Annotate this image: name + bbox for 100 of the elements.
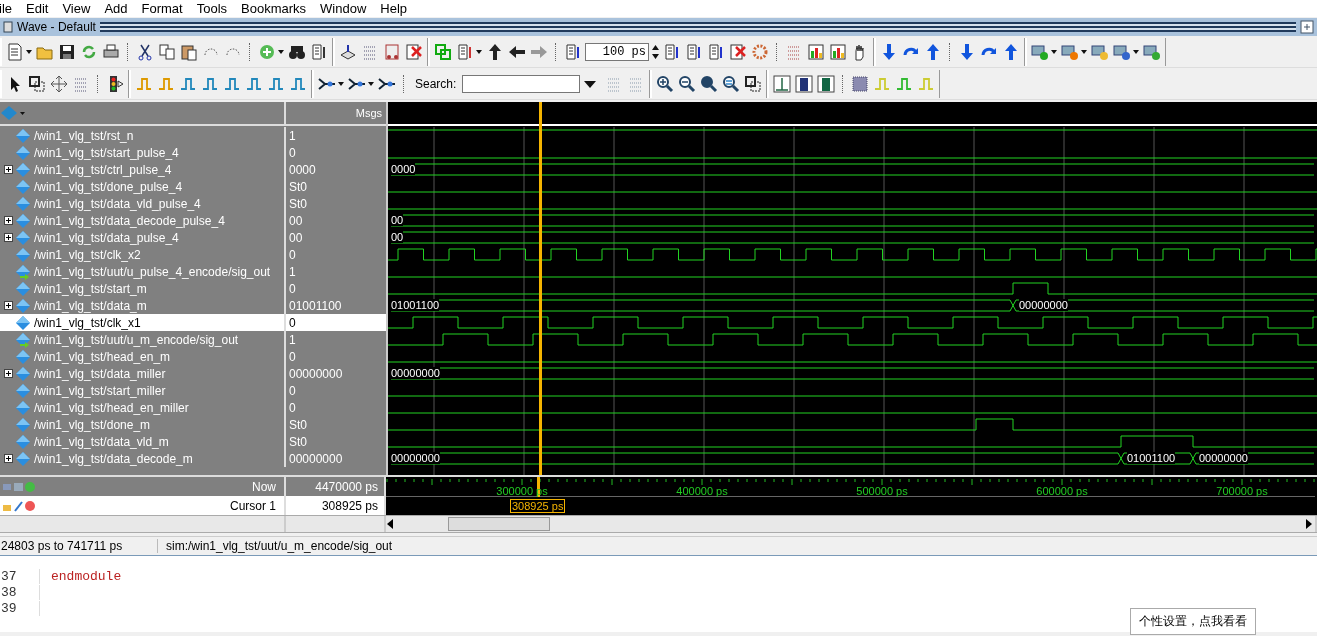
dropdown-caret-icon[interactable]: [1081, 49, 1087, 54]
signal-name: /win1_vlg_tst/done_pulse_4: [34, 179, 183, 194]
undock-icon[interactable]: [1300, 20, 1314, 34]
gear-icon[interactable]: [751, 42, 769, 61]
zoom-full-icon[interactable]: [700, 74, 719, 93]
menu-item[interactable]: Add: [104, 1, 134, 16]
signal-row[interactable]: /win1_vlg_tst/done_pulse_4 St0: [0, 178, 386, 195]
menu-item[interactable]: View: [62, 1, 97, 16]
bar-chart-icon[interactable]: [807, 42, 825, 61]
save-icon[interactable]: [58, 42, 76, 61]
zoom-select-icon[interactable]: [744, 74, 763, 93]
linked-squares-icon[interactable]: [434, 42, 452, 61]
signal-row[interactable]: /win1_vlg_tst/ctrl_pulse_4 0000: [0, 161, 386, 178]
scrollbar-thumb[interactable]: [448, 517, 550, 531]
signal-value: 0: [289, 247, 296, 262]
horizontal-scrollbar[interactable]: [286, 516, 386, 532]
signal-row[interactable]: /win1_vlg_tst/head_en_miller 0: [0, 399, 386, 416]
delete-icon[interactable]: [405, 42, 423, 61]
menu-item[interactable]: Help: [380, 1, 414, 16]
zoom-in-icon[interactable]: [656, 74, 675, 93]
tooltip[interactable]: 个性设置，点我看看: [1130, 608, 1256, 635]
menu-item[interactable]: Tools: [196, 1, 234, 16]
clipboard-icon[interactable]: [180, 42, 198, 61]
move-icon[interactable]: [50, 74, 68, 93]
signal-value: 00: [289, 230, 303, 245]
signal-value: St0: [289, 417, 307, 432]
zoom-box-icon[interactable]: [28, 74, 46, 93]
signal-row[interactable]: /win1_vlg_tst/data_decode_m 00000000: [0, 450, 386, 467]
menu-item[interactable]: Format: [141, 1, 189, 16]
copy-icon[interactable]: [158, 42, 176, 61]
signal-row[interactable]: /win1_vlg_tst/clk_x1 0: [0, 314, 386, 331]
dropdown-caret-icon[interactable]: [368, 81, 374, 86]
dropdown-caret-icon[interactable]: [476, 49, 482, 54]
bar-icon[interactable]: [795, 74, 814, 93]
cursor-line-icon[interactable]: [773, 74, 792, 93]
dropdown-caret-icon[interactable]: [278, 49, 284, 54]
printer-icon[interactable]: [102, 42, 120, 61]
signal-row[interactable]: /win1_vlg_tst/uut/u_pulse_4_encode/sig_out 1: [0, 263, 386, 280]
signal-row[interactable]: /win1_vlg_tst/start_pulse_4 0: [0, 144, 386, 161]
menu-item[interactable]: Edit: [26, 1, 55, 16]
bus-value: 00000000: [391, 367, 440, 379]
signal-row[interactable]: /win1_vlg_tst/uut/u_m_encode/sig_out 1: [0, 331, 386, 348]
title-bar-grip[interactable]: [99, 22, 1296, 32]
expand-icon[interactable]: [4, 369, 13, 378]
line-number: 37: [0, 568, 40, 584]
cursor-time-flag[interactable]: 308925 ps: [510, 499, 566, 513]
list-icon[interactable]: [707, 42, 725, 61]
expand-icon[interactable]: [4, 301, 13, 310]
expand-icon[interactable]: [4, 165, 13, 174]
signal-row[interactable]: /win1_vlg_tst/head_en_m 0: [0, 348, 386, 365]
signal-value: 00000000: [289, 366, 343, 381]
spinner-icon[interactable]: [651, 42, 660, 61]
time-tick-label: 600000 ps: [1035, 485, 1089, 497]
hatched-square-icon[interactable]: [851, 74, 870, 93]
signal-row[interactable]: /win1_vlg_tst/start_miller 0: [0, 382, 386, 399]
list-icon[interactable]: [685, 42, 703, 61]
dropdown-caret-icon[interactable]: [1133, 49, 1139, 54]
signal-row[interactable]: /win1_vlg_tst/start_m 0: [0, 280, 386, 297]
expand-icon[interactable]: [4, 454, 13, 463]
signal-value: St0: [289, 196, 307, 211]
signal-row[interactable]: /win1_vlg_tst/data_miller 00000000: [0, 365, 386, 382]
delete-icon[interactable]: [729, 42, 747, 61]
down-arrow-icon[interactable]: [880, 42, 898, 61]
bar-icon[interactable]: [817, 74, 836, 93]
bus-value: 00: [391, 231, 404, 243]
list-icon[interactable]: [663, 42, 681, 61]
list-icon[interactable]: [564, 42, 582, 61]
scroll-right-icon[interactable]: [1305, 519, 1313, 529]
document-icon[interactable]: [383, 42, 401, 61]
signal-row[interactable]: /win1_vlg_tst/rst_n 1: [0, 127, 386, 144]
signal-row[interactable]: /win1_vlg_tst/done_m St0: [0, 416, 386, 433]
signal-row[interactable]: /win1_vlg_tst/clk_x2 0: [0, 246, 386, 263]
horizontal-scrollbar[interactable]: [0, 516, 286, 532]
stack-icon[interactable]: [339, 42, 357, 61]
signal-row[interactable]: /win1_vlg_tst/data_pulse_4 00: [0, 229, 386, 246]
down-arrow-icon[interactable]: [958, 42, 976, 61]
dropdown-caret-icon[interactable]: [26, 49, 32, 54]
diamond-icon: [15, 195, 31, 212]
expand-icon[interactable]: [4, 216, 13, 225]
expand-icon[interactable]: [4, 233, 13, 242]
time-tick-label: 500000 ps: [855, 485, 909, 497]
menu-item[interactable]: ile: [0, 1, 18, 16]
dropdown-caret-icon[interactable]: [1051, 49, 1057, 54]
menu-item[interactable]: Window: [320, 1, 373, 16]
signal-name: /win1_vlg_tst/data_miller: [34, 366, 166, 381]
up-arrow-icon[interactable]: [486, 42, 504, 61]
dropdown-caret-icon[interactable]: [338, 81, 344, 86]
signal-row[interactable]: /win1_vlg_tst/data_vld_pulse_4 St0: [0, 195, 386, 212]
zoom-out-icon[interactable]: [678, 74, 697, 93]
horizontal-scrollbar[interactable]: [386, 516, 1317, 532]
bar-chart-icon[interactable]: [829, 42, 847, 61]
menu-item[interactable]: Bookmarks: [241, 1, 313, 16]
list-icon[interactable]: [310, 42, 328, 61]
search-field[interactable]: [462, 74, 581, 93]
time-step-field[interactable]: 100 ps: [585, 42, 649, 61]
bus-value: 01001100: [1127, 452, 1176, 464]
signal-row[interactable]: /win1_vlg_tst/data_vld_m St0: [0, 433, 386, 450]
scissors-icon[interactable]: [136, 42, 154, 61]
signal-row[interactable]: /win1_vlg_tst/data_decode_pulse_4 00: [0, 212, 386, 229]
zoom-cursor-icon[interactable]: [722, 74, 741, 93]
